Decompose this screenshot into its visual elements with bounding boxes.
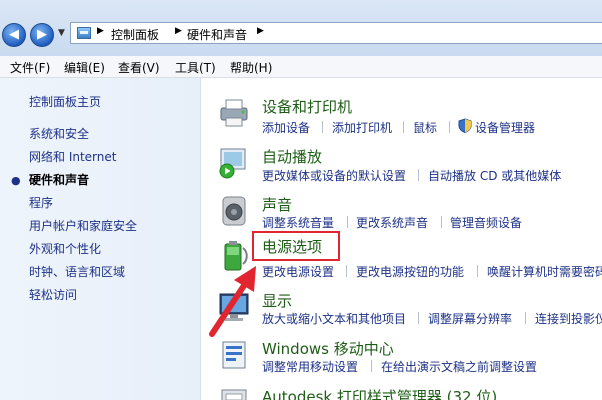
- breadcrumb-separator-icon[interactable]: ▶: [175, 26, 182, 36]
- menu-edit[interactable]: 编辑(E): [64, 59, 105, 76]
- menu-tools[interactable]: 工具(T): [175, 59, 216, 76]
- uac-shield-icon: [458, 118, 472, 133]
- link-change-system-sounds[interactable]: 更改系统声音: [356, 214, 428, 231]
- highlight-box: [252, 231, 340, 261]
- link-device-manager[interactable]: 设备管理器: [475, 119, 535, 136]
- link-require-password-on-wake[interactable]: 唤醒计算机时需要密码: [487, 263, 602, 280]
- sidebar-item-programs[interactable]: 程序: [29, 194, 53, 211]
- link-change-media-defaults[interactable]: 更改媒体或设备的默认设置: [262, 167, 406, 184]
- speaker-icon: [222, 196, 246, 226]
- control-panel-icon: [77, 27, 91, 39]
- link-zoom-text[interactable]: 放大或缩小文本和其他项目: [262, 310, 406, 327]
- sidebar-item-appearance[interactable]: 外观和个性化: [29, 240, 101, 257]
- sidebar-item-clock-language[interactable]: 时钟、语言和区域: [29, 263, 125, 280]
- annotation-arrow-icon: [209, 266, 256, 337]
- link-screen-resolution[interactable]: 调整屏幕分辨率: [428, 310, 512, 327]
- sidebar-item-system-security[interactable]: 系统和安全: [29, 125, 89, 142]
- back-button[interactable]: ◀: [2, 23, 26, 47]
- breadcrumb-hardware-sound[interactable]: 硬件和声音: [187, 26, 247, 43]
- sidebar-item-user-accounts[interactable]: 用户帐户和家庭安全: [29, 217, 137, 234]
- breadcrumb-separator-icon[interactable]: ▶: [257, 26, 264, 36]
- link-separator: [441, 216, 442, 228]
- current-item-bullet-icon: ●: [11, 174, 21, 187]
- sidebar-item-hardware-sound: 硬件和声音: [29, 173, 90, 187]
- menu-help[interactable]: 帮助(H): [230, 59, 272, 76]
- link-mouse[interactable]: 鼠标: [413, 119, 437, 136]
- link-separator: [418, 312, 419, 324]
- link-separator: [449, 121, 450, 133]
- link-separator: [346, 265, 347, 277]
- link-connect-projector[interactable]: 连接到投影仪: [535, 310, 602, 327]
- sidebar-item-control-panel-home[interactable]: 控制面板主页: [29, 93, 101, 110]
- link-separator: [418, 169, 419, 181]
- link-add-printer[interactable]: 添加打印机: [332, 119, 392, 136]
- category-title-autoplay[interactable]: 自动播放: [262, 146, 322, 167]
- link-add-device[interactable]: 添加设备: [262, 119, 310, 136]
- link-autoplay-cd[interactable]: 自动播放 CD 或其他媒体: [428, 167, 561, 184]
- link-separator: [322, 121, 323, 133]
- forward-button[interactable]: ▶: [30, 23, 54, 47]
- category-title-devices-printers[interactable]: 设备和打印机: [262, 96, 352, 117]
- autodesk-icon: [221, 389, 247, 400]
- breadcrumb-control-panel[interactable]: 控制面板: [111, 26, 159, 43]
- link-presentation-settings[interactable]: 在给出演示文稿之前调整设置: [381, 358, 537, 375]
- link-separator: [525, 312, 526, 324]
- breadcrumb-separator-icon[interactable]: ▶: [97, 26, 104, 36]
- link-change-power-settings[interactable]: 更改电源设置: [262, 263, 334, 280]
- sidebar-item-network-internet[interactable]: 网络和 Internet: [29, 148, 116, 165]
- menu-file[interactable]: 文件(F): [10, 59, 50, 76]
- category-title-mobility-center[interactable]: Windows 移动中心: [262, 338, 394, 359]
- printer-icon: [220, 99, 248, 127]
- address-bar[interactable]: ▶ 控制面板 ▶ 硬件和声音 ▶: [70, 22, 602, 44]
- link-separator: [347, 216, 348, 228]
- recent-pages-dropdown-icon[interactable]: ▼: [58, 28, 65, 38]
- link-adjust-volume[interactable]: 调整系统音量: [262, 214, 334, 231]
- link-separator: [477, 265, 478, 277]
- sidebar-item-ease-of-access[interactable]: 轻松访问: [29, 286, 77, 303]
- link-separator: [371, 360, 372, 372]
- mobility-center-icon: [222, 341, 246, 369]
- menu-bar: 文件(F) 编辑(E) 查看(V) 工具(T) 帮助(H): [0, 56, 602, 78]
- link-manage-audio-devices[interactable]: 管理音频设备: [450, 214, 522, 231]
- link-power-button-function[interactable]: 更改电源按钮的功能: [356, 263, 464, 280]
- menu-view[interactable]: 查看(V): [118, 59, 160, 76]
- link-adjust-mobility-settings[interactable]: 调整常用移动设置: [262, 358, 358, 375]
- navigation-bar: ◀ ▶ ▼ ▶ 控制面板 ▶ 硬件和声音 ▶: [0, 0, 602, 56]
- category-title-sound[interactable]: 声音: [262, 194, 292, 215]
- category-title-autodesk-plot-style-manager[interactable]: Autodesk 打印样式管理器 (32 位): [262, 386, 497, 400]
- link-separator: [403, 121, 404, 133]
- autoplay-icon: [219, 148, 246, 179]
